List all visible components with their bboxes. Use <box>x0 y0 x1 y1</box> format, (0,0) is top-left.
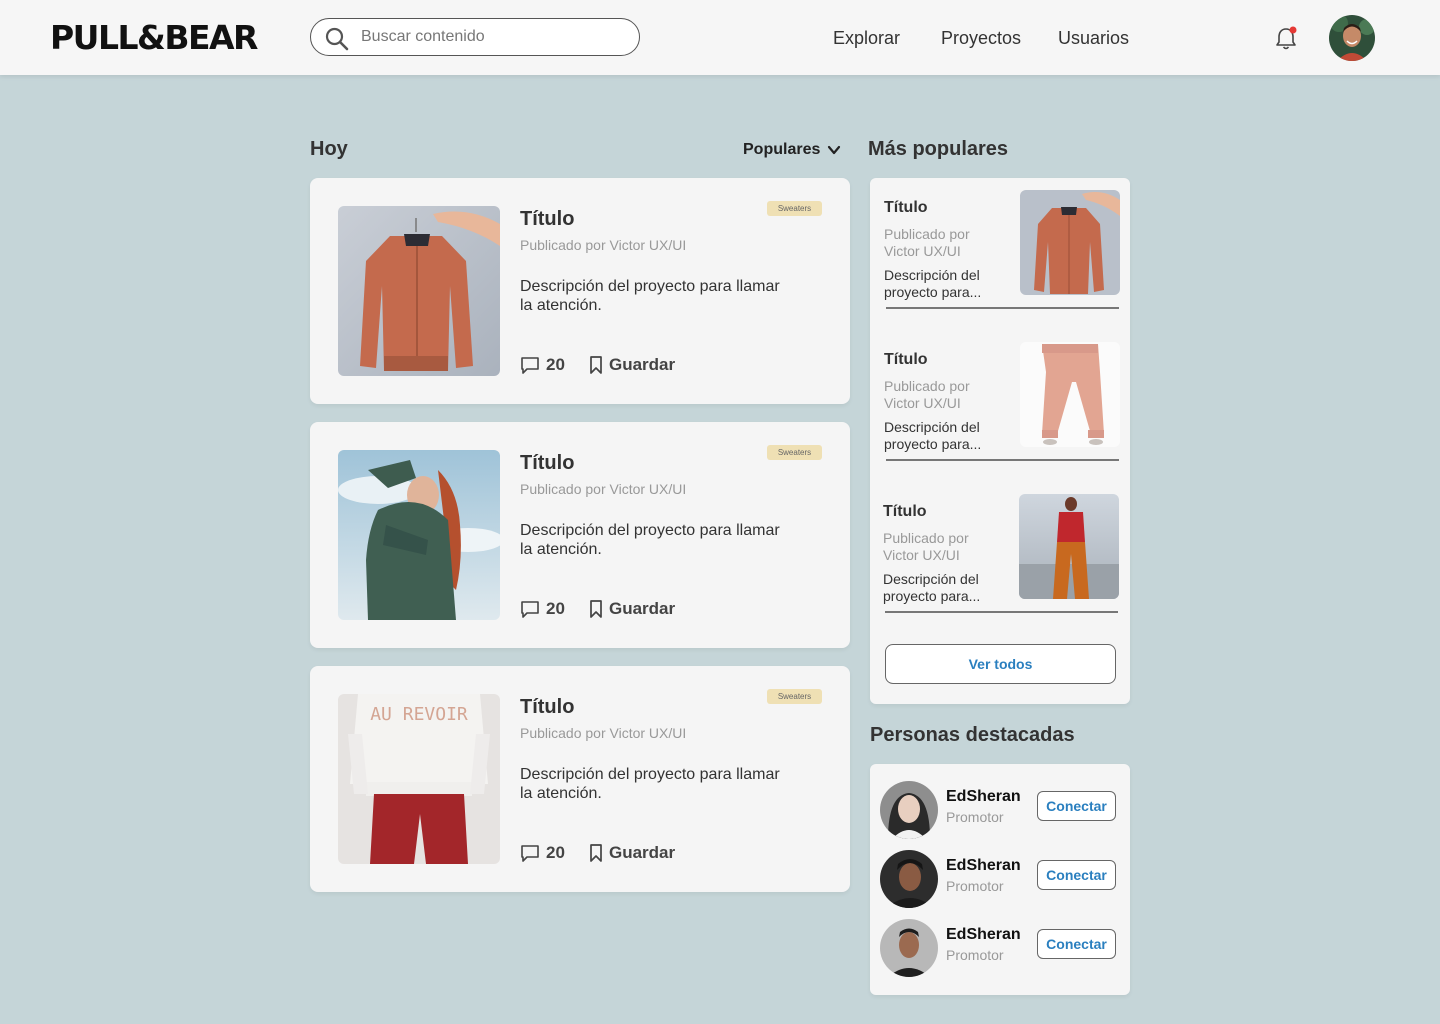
popular-panel: Título Publicado por Victor UX/UI Descri… <box>870 178 1130 704</box>
chevron-down-icon <box>828 145 841 155</box>
project-author: Publicado por Victor UX/UI <box>520 481 687 497</box>
popular-item-image[interactable] <box>1020 342 1120 447</box>
user-avatar[interactable] <box>1329 15 1375 61</box>
popular-item-author: Publicado por Victor UX/UI <box>884 226 970 259</box>
popular-item[interactable]: Título Publicado por Victor UX/UI Descri… <box>884 342 1120 503</box>
nav-explorar[interactable]: Explorar <box>833 28 900 49</box>
category-tag[interactable]: Sweaters <box>767 201 822 216</box>
notifications-button[interactable] <box>1274 25 1300 58</box>
popular-item-image[interactable] <box>1020 190 1120 295</box>
person-avatar[interactable] <box>880 850 938 908</box>
comments-count: 20 <box>546 355 565 374</box>
save-button[interactable]: Guardar <box>588 355 675 375</box>
project-card[interactable]: Sweaters Título Publicado por Victor UX/… <box>310 422 850 648</box>
comment-icon <box>521 601 539 618</box>
search-input[interactable] <box>361 26 621 48</box>
save-label: Guardar <box>609 843 676 862</box>
comment-icon <box>521 845 539 862</box>
comments-button[interactable]: 20 <box>520 843 565 863</box>
person-name[interactable]: EdSheran <box>946 788 1021 806</box>
feed-heading: Hoy <box>310 138 348 160</box>
project-card[interactable]: Sweaters Título Publicado por Victor UX/… <box>310 178 850 404</box>
person-name[interactable]: EdSheran <box>946 926 1021 944</box>
comments-button[interactable]: 20 <box>520 355 565 375</box>
notification-dot <box>1289 26 1297 34</box>
project-author: Publicado por Victor UX/UI <box>520 237 687 253</box>
save-label: Guardar <box>609 599 676 618</box>
popular-item-description: Descripción del proyecto para... <box>884 267 982 300</box>
svg-text:AU REVOIR: AU REVOIR <box>370 704 468 725</box>
popular-item-description: Descripción del proyecto para... <box>884 419 982 452</box>
divider <box>886 459 1119 461</box>
featured-people-panel: EdSheran Promotor Conectar EdSheran Prom… <box>870 764 1130 995</box>
sort-dropdown[interactable]: Populares <box>743 141 842 159</box>
sort-label: Populares <box>743 141 821 158</box>
category-tag[interactable]: Sweaters <box>767 445 822 460</box>
project-title[interactable]: Título <box>520 452 574 475</box>
bookmark-icon <box>590 356 602 374</box>
popular-heading: Más populares <box>868 138 1009 160</box>
search-icon <box>325 27 349 51</box>
save-button[interactable]: Guardar <box>588 843 675 863</box>
divider <box>886 307 1119 309</box>
project-title[interactable]: Título <box>520 208 574 231</box>
connect-button[interactable]: Conectar <box>1037 791 1116 821</box>
person-avatar[interactable] <box>880 781 938 839</box>
nav-usuarios[interactable]: Usuarios <box>1058 28 1129 49</box>
project-description: Descripción del proyecto para llamar la … <box>520 766 780 802</box>
bookmark-icon <box>590 844 602 862</box>
person-row: EdSheran Promotor Conectar <box>880 781 1120 841</box>
person-name[interactable]: EdSheran <box>946 857 1021 875</box>
popular-item-title[interactable]: Título <box>883 503 927 521</box>
comments-count: 20 <box>546 599 565 618</box>
popular-item[interactable]: Título Publicado por Victor UX/UI Descri… <box>883 494 1119 655</box>
project-description: Descripción del proyecto para llamar la … <box>520 522 780 558</box>
popular-item[interactable]: Título Publicado por Victor UX/UI Descri… <box>884 190 1120 351</box>
popular-item-description: Descripción del proyecto para... <box>883 571 981 604</box>
person-row: EdSheran Promotor Conectar <box>880 850 1120 910</box>
search-box[interactable] <box>310 18 640 56</box>
top-bar: PULL&BEAR Explorar Proyectos Usuarios <box>0 0 1440 75</box>
nav-proyectos[interactable]: Proyectos <box>941 28 1021 49</box>
save-label: Guardar <box>609 355 676 374</box>
project-image[interactable] <box>338 450 500 620</box>
featured-people-heading: Personas destacadas <box>870 724 1075 746</box>
popular-item-title[interactable]: Título <box>884 351 928 369</box>
project-description: Descripción del proyecto para llamar la … <box>520 278 780 314</box>
project-image[interactable] <box>338 206 500 376</box>
person-role: Promotor <box>946 878 1004 894</box>
popular-item-author: Publicado por Victor UX/UI <box>884 378 970 411</box>
project-card[interactable]: AU REVOIR Sweaters Título Publicado por … <box>310 666 850 892</box>
popular-item-title[interactable]: Título <box>884 199 928 217</box>
brand-logo[interactable]: PULL&BEAR <box>50 18 258 57</box>
comments-button[interactable]: 20 <box>520 599 565 619</box>
connect-button[interactable]: Conectar <box>1037 929 1116 959</box>
popular-item-author: Publicado por Victor UX/UI <box>883 530 969 563</box>
person-role: Promotor <box>946 809 1004 825</box>
bell-icon <box>1276 26 1297 50</box>
comment-icon <box>521 357 539 374</box>
see-all-button[interactable]: Ver todos <box>885 644 1116 684</box>
connect-button[interactable]: Conectar <box>1037 860 1116 890</box>
person-avatar[interactable] <box>880 919 938 977</box>
project-image[interactable]: AU REVOIR <box>338 694 500 864</box>
comments-count: 20 <box>546 843 565 862</box>
person-row: EdSheran Promotor Conectar <box>880 919 1120 979</box>
save-button[interactable]: Guardar <box>588 599 675 619</box>
category-tag[interactable]: Sweaters <box>767 689 822 704</box>
bookmark-icon <box>590 600 602 618</box>
popular-item-image[interactable] <box>1019 494 1119 599</box>
project-title[interactable]: Título <box>520 696 574 719</box>
person-role: Promotor <box>946 947 1004 963</box>
divider <box>885 611 1118 613</box>
project-author: Publicado por Victor UX/UI <box>520 725 687 741</box>
